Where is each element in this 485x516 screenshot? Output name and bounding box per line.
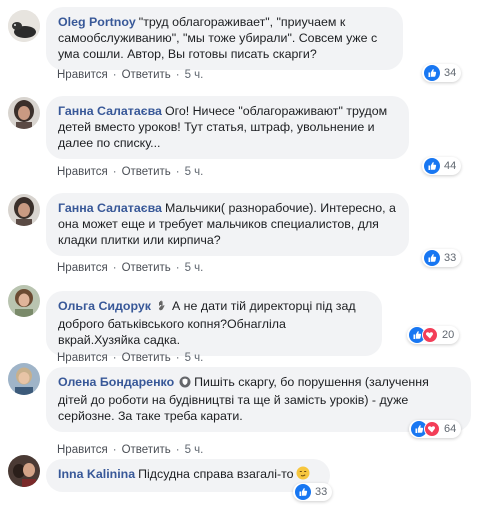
shield-icon [179,376,191,392]
reaction-count: 34 [444,67,457,79]
avatar[interactable] [8,285,40,317]
reaction-summary[interactable]: 33 [422,249,462,267]
comment-author[interactable]: Oleg Portnoy [58,15,136,29]
separator: · [112,444,117,456]
love-reaction-icon [422,327,438,343]
comment-bubble: Олена Бондаренко Пишіть скаргу, бо поруш… [46,367,471,432]
avatar[interactable] [8,363,40,395]
comment-bubble: Inna Kalinina Підсудна справа взагалі-то [46,459,330,492]
comment-author[interactable]: Inna Kalinina [58,467,135,481]
reaction-count: 20 [442,329,455,341]
comment-bubble: Ганна Салатаєва Ого! Ничесе "облагоражива… [46,96,409,159]
hand-emoji-icon [156,299,169,316]
love-reaction-icon [424,421,440,437]
like-link[interactable]: Нравится [57,444,108,456]
reply-link[interactable]: Ответить [122,166,171,178]
avatar[interactable] [8,97,40,129]
like-link[interactable]: Нравится [57,352,108,364]
separator: · [175,166,180,178]
separator: · [112,166,117,178]
reaction-summary[interactable]: 20 [407,326,460,344]
comment-author[interactable]: Ганна Салатаєва [58,201,162,215]
like-reaction-icon [295,484,311,500]
comment-actions: Нравится · Ответить · 5 ч. [57,69,203,81]
reaction-summary[interactable]: 33 [293,483,333,501]
separator: · [112,352,117,364]
separator: · [175,352,180,364]
comment-time[interactable]: 5 ч. [185,444,204,456]
avatar[interactable] [8,10,40,42]
comment-author[interactable]: Олена Бондаренко [58,375,174,389]
comment-time[interactable]: 5 ч. [185,262,204,274]
reply-link[interactable]: Ответить [122,444,171,456]
reaction-count: 33 [315,486,328,498]
like-link[interactable]: Нравится [57,166,108,178]
like-link[interactable]: Нравится [57,262,108,274]
comment-actions: Нравится · Ответить · 5 ч. [57,444,203,456]
separator: · [175,262,180,274]
smirk-emoji-icon [296,466,310,484]
like-link[interactable]: Нравится [57,69,108,81]
reaction-summary[interactable]: 34 [422,64,462,82]
separator: · [112,69,117,81]
comment-bubble: Ганна Салатаєва Мальчики( разнорабочие). … [46,193,409,256]
comment-actions: Нравится · Ответить · 5 ч. [57,166,203,178]
comment-author[interactable]: Ольга Сидорук [58,299,151,313]
reply-link[interactable]: Ответить [122,352,171,364]
avatar[interactable] [8,194,40,226]
like-reaction-icon [424,65,440,81]
comment-actions: Нравится · Ответить · 5 ч. [57,352,203,364]
comment-actions: Нравится · Ответить · 5 ч. [57,262,203,274]
comment-bubble: Oleg Portnoy "труд облагораживает", "приу… [46,7,403,70]
comment-bubble: Ольга Сидорук А не дати тій директорці п… [46,291,382,356]
separator: · [112,262,117,274]
reaction-count: 44 [444,160,457,172]
separator: · [175,69,180,81]
reaction-summary[interactable]: 64 [409,420,462,438]
separator: · [175,444,180,456]
comment-time[interactable]: 5 ч. [185,69,204,81]
comment-time[interactable]: 5 ч. [185,352,204,364]
comment-author[interactable]: Ганна Салатаєва [58,104,162,118]
reply-link[interactable]: Ответить [122,262,171,274]
reaction-count: 64 [444,423,457,435]
like-reaction-icon [424,250,440,266]
comment-time[interactable]: 5 ч. [185,166,204,178]
reply-link[interactable]: Ответить [122,69,171,81]
comment-text: Підсудна справа взагалі-то [138,467,294,481]
reaction-summary[interactable]: 44 [422,157,462,175]
avatar[interactable] [8,455,40,487]
like-reaction-icon [424,158,440,174]
reaction-count: 33 [444,252,457,264]
